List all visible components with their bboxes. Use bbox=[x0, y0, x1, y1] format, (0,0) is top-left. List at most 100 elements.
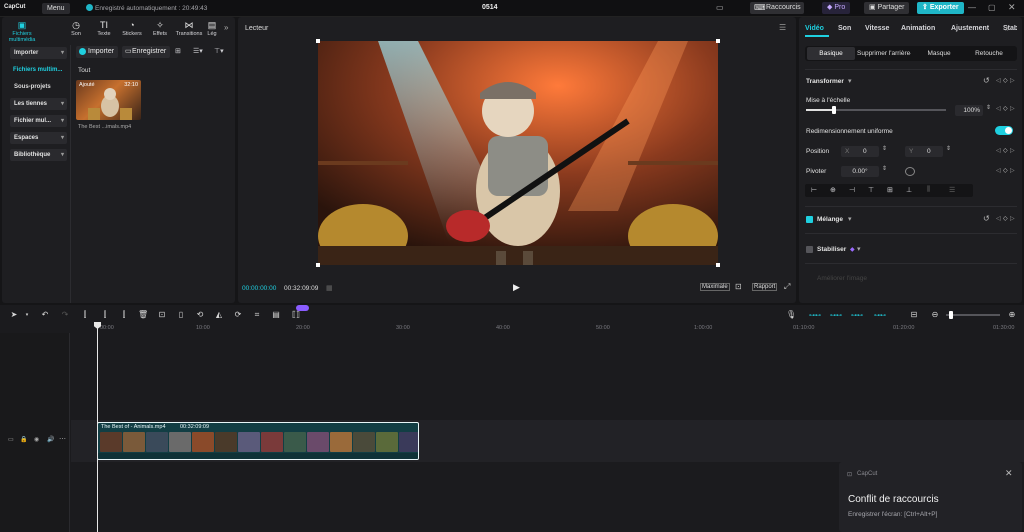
next-keyframe-icon[interactable]: ▷ bbox=[1010, 77, 1015, 84]
chevron-down-icon[interactable]: ▾ bbox=[848, 77, 852, 85]
shortcuts-button[interactable]: ⌨ Raccourcis bbox=[750, 2, 804, 14]
prev-keyframe-icon[interactable]: ◁ bbox=[996, 215, 1001, 222]
stabilize-checkbox[interactable] bbox=[806, 246, 813, 253]
media-thumbnail[interactable]: Ajouté 32:10 bbox=[76, 80, 141, 120]
fullscreen-icon[interactable]: ⤢ bbox=[784, 282, 790, 292]
align-right-icon[interactable]: ⊣ bbox=[849, 186, 855, 194]
tab-adjustment[interactable]: Ajustement bbox=[951, 25, 989, 32]
ai-tool-icon[interactable]: ⟦⟧ bbox=[291, 310, 301, 319]
split-left-icon[interactable]: ⫿ bbox=[100, 310, 110, 320]
preview-axis-icon[interactable]: ⊶⊷ bbox=[850, 312, 864, 319]
uniform-scale-toggle[interactable] bbox=[995, 126, 1013, 135]
zoom-out-icon[interactable]: ⊖ bbox=[930, 310, 940, 319]
share-button[interactable]: ▣ Partager bbox=[864, 2, 910, 14]
chevron-down-icon[interactable]: ▾ bbox=[857, 245, 861, 253]
subtab-retouch[interactable]: Retouche bbox=[969, 47, 1009, 60]
track-cover-icon[interactable]: ▭ bbox=[8, 436, 14, 443]
tab-audio[interactable]: ◷ Son bbox=[62, 20, 90, 37]
tab-speed[interactable]: Vitesse bbox=[865, 25, 889, 32]
mirror-icon[interactable]: ▯ bbox=[176, 310, 186, 319]
magnet-icon[interactable]: ⊶⊷ bbox=[808, 312, 822, 319]
tab-sound[interactable]: Son bbox=[838, 25, 851, 32]
microphone-icon[interactable]: 🎙 bbox=[786, 310, 796, 319]
reset-icon[interactable]: ↺ bbox=[983, 214, 990, 223]
record-button[interactable]: ▭ Enregistrer bbox=[122, 46, 171, 58]
close-icon[interactable]: ✕ bbox=[1008, 2, 1016, 13]
filter-icon[interactable]: ⊤▾ bbox=[214, 47, 224, 55]
flip-icon[interactable]: ◭ bbox=[214, 310, 224, 319]
chevron-down-icon[interactable]: ▾ bbox=[22, 312, 32, 318]
resize-handle[interactable] bbox=[716, 263, 720, 267]
zoom-in-icon[interactable]: ⊕ bbox=[1007, 310, 1017, 319]
undo-icon[interactable]: ↶ bbox=[40, 310, 50, 319]
crop-icon[interactable]: ⌗ bbox=[252, 310, 262, 320]
volume-icon[interactable]: 🔊 bbox=[47, 436, 54, 443]
tab-text[interactable]: TI Texte bbox=[90, 20, 118, 37]
distribute-h-icon[interactable]: ⫼ bbox=[927, 186, 930, 194]
align-top-icon[interactable]: ⊤ bbox=[868, 186, 874, 194]
align-middle-icon[interactable]: ⊞ bbox=[887, 186, 893, 194]
align-bottom-icon[interactable]: ⊥ bbox=[906, 186, 912, 194]
rotate-input[interactable]: 0.00° bbox=[841, 166, 879, 177]
zoom-slider-knob[interactable] bbox=[948, 311, 953, 319]
align-center-h-icon[interactable]: ⊕ bbox=[830, 186, 836, 194]
stepper-icon[interactable]: ⇕ bbox=[882, 145, 887, 152]
playhead[interactable] bbox=[97, 324, 98, 532]
blend-checkbox[interactable] bbox=[806, 216, 813, 223]
keyframe-icon[interactable]: ◇ bbox=[1003, 215, 1008, 222]
blend-heading[interactable]: Mélange bbox=[817, 216, 843, 223]
sidebar-item-media-file[interactable]: Fichier mul... ▾ bbox=[10, 115, 67, 127]
pro-button[interactable]: ◆ Pro bbox=[822, 2, 851, 14]
maximize-icon[interactable]: ▢ bbox=[988, 3, 996, 12]
redo-icon[interactable]: ↷ bbox=[60, 310, 70, 319]
player-menu-icon[interactable]: ☰ bbox=[779, 23, 786, 32]
keyframe-icon[interactable]: ◇ bbox=[1003, 77, 1008, 84]
enhance-heading[interactable]: Améliorer l'image bbox=[817, 275, 867, 282]
video-clip[interactable]: The Best of - Animals.mp4 00:32:09:09 bbox=[97, 422, 419, 460]
split-right-icon[interactable]: ⫿ bbox=[119, 310, 129, 320]
select-tool-icon[interactable]: ➤ bbox=[9, 310, 19, 319]
subtab-mask[interactable]: Masque bbox=[924, 47, 954, 60]
stepper-icon[interactable]: ⇕ bbox=[946, 145, 951, 152]
rotate-dial-icon[interactable] bbox=[905, 167, 915, 176]
zoom-slider[interactable] bbox=[946, 311, 1000, 319]
filter-all[interactable]: Tout bbox=[78, 67, 90, 74]
tab-stickers[interactable]: ◔ Stickers bbox=[118, 20, 146, 37]
grid-view-icon[interactable]: ⊞ bbox=[175, 47, 181, 55]
link-icon[interactable]: ⊶⊷ bbox=[829, 312, 843, 319]
subtab-remove-bg[interactable]: Supprimer l'arrière-plan bbox=[857, 47, 911, 60]
close-icon[interactable]: ✕ bbox=[1005, 468, 1013, 479]
timecode-icon[interactable]: ▦ bbox=[326, 284, 333, 292]
delete-icon[interactable]: 🗑 bbox=[138, 310, 148, 319]
export-button[interactable]: ⇪ Exporter bbox=[917, 2, 964, 14]
stepper-icon[interactable]: ⇕ bbox=[882, 165, 887, 172]
play-button[interactable]: ▶ bbox=[513, 282, 520, 293]
align-left-icon[interactable]: ⊢ bbox=[811, 186, 817, 194]
rotate-icon[interactable]: ⟳ bbox=[233, 310, 243, 319]
project-name[interactable]: 0514 bbox=[482, 4, 498, 11]
position-x-input[interactable]: X 0 bbox=[841, 146, 879, 157]
sidebar-item-library[interactable]: Bibliothèque ▾ bbox=[10, 149, 67, 161]
more-tabs-icon[interactable]: » bbox=[1005, 24, 1009, 33]
scale-slider-knob[interactable] bbox=[832, 106, 836, 114]
preview-icon[interactable]: ⊟ bbox=[909, 310, 919, 319]
stabilize-heading[interactable]: Stabiliser bbox=[817, 246, 846, 253]
more-icon[interactable]: ⋯ bbox=[59, 435, 66, 443]
sort-icon[interactable]: ☰▾ bbox=[193, 47, 203, 55]
keyframe-icon[interactable]: ◇ bbox=[1003, 105, 1008, 112]
tab-captions[interactable]: ▤ Lég bbox=[204, 20, 220, 37]
chevron-down-icon[interactable]: ▾ bbox=[848, 215, 852, 223]
time-ruler[interactable] bbox=[0, 322, 1024, 333]
keyframe-icon[interactable]: ◇ bbox=[1003, 167, 1008, 174]
scale-input[interactable]: 100% bbox=[955, 105, 983, 116]
snap-icon[interactable]: ⊶⊷ bbox=[873, 312, 887, 319]
split-icon[interactable]: ⫿ bbox=[80, 310, 90, 320]
resize-handle[interactable] bbox=[316, 263, 320, 267]
subtab-basic[interactable]: Basique bbox=[807, 47, 855, 60]
eye-icon[interactable]: ◉ bbox=[34, 436, 39, 443]
sidebar-item-import[interactable]: Importer ▾ bbox=[10, 47, 67, 59]
stepper-icon[interactable]: ⇕ bbox=[986, 104, 991, 111]
menu-button[interactable]: Menu bbox=[42, 3, 70, 14]
reset-icon[interactable]: ↺ bbox=[983, 76, 990, 85]
tab-animation[interactable]: Animation bbox=[901, 25, 935, 32]
